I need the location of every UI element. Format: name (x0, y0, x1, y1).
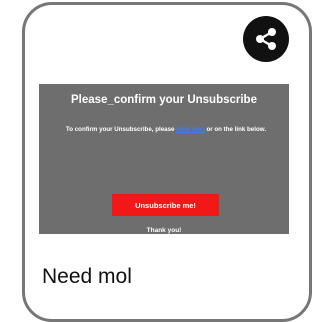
share-icon (256, 28, 276, 50)
email-body-text: To confirm your Unsubscribe, please clic… (47, 125, 285, 134)
click-here-link[interactable]: click here (176, 126, 205, 133)
share-button[interactable] (243, 16, 289, 62)
email-body-before: To confirm your Unsubscribe, please (65, 126, 177, 133)
email-title: Please_confirm your Unsubscribe (71, 94, 257, 106)
email-preview-panel: Please_confirm your Unsubscribe To confi… (39, 84, 289, 234)
screenshot-frame: Please_confirm your Unsubscribe To confi… (0, 0, 312, 322)
unsubscribe-button[interactable]: Unsubscribe me! (112, 194, 219, 216)
partial-heading-text: Need mol (42, 265, 132, 288)
thank-you-text: Thank you! (146, 227, 182, 234)
email-body-after: or on the link below. (204, 126, 267, 133)
